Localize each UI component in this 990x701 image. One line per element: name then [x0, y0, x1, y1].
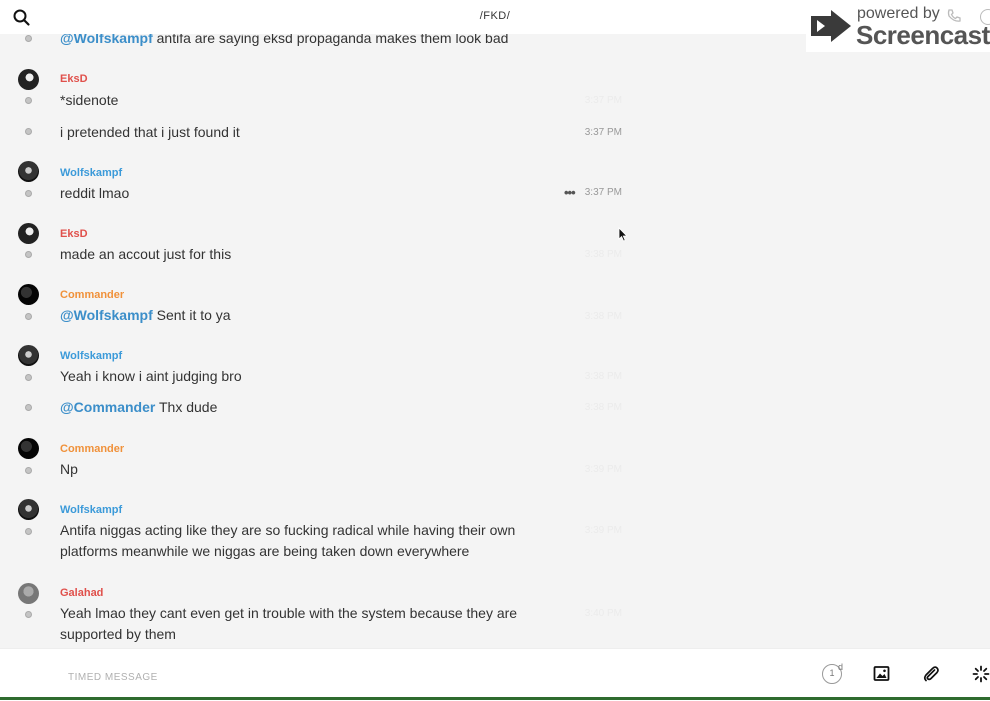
message-input[interactable] — [66, 666, 670, 688]
sender-name[interactable]: Galahad — [60, 587, 103, 599]
message-time: 3:39 PM — [584, 464, 622, 475]
watermark-brand-text: Screencastify — [856, 20, 990, 50]
message-row[interactable]: Commander Np 3:39 PM — [0, 438, 640, 482]
message-time: 3:38 PM — [584, 371, 622, 382]
message-time: 3:37 PM — [584, 187, 622, 198]
message-row[interactable]: Galahad Yeah lmao they cant even get in … — [0, 582, 640, 648]
mouse-cursor-icon — [618, 227, 628, 242]
sender-name[interactable]: Commander — [60, 443, 124, 455]
phone-icon[interactable] — [946, 8, 962, 24]
read-status-icon — [25, 528, 32, 535]
message-row[interactable]: @Commander Thx dude 3:38 PM — [0, 397, 640, 421]
read-status-icon — [25, 404, 32, 411]
message-time: 3:37 PM — [584, 95, 622, 106]
read-status-icon — [25, 128, 32, 135]
sender-name[interactable]: EksD — [60, 73, 88, 85]
message-time: 3:38 PM — [584, 249, 622, 260]
read-status-icon — [25, 35, 32, 42]
avatar[interactable] — [18, 583, 39, 604]
message-list: @Wolfskampf antifa are saying eksd propa… — [0, 0, 990, 648]
sender-name[interactable]: Wolfskampf — [60, 350, 122, 362]
avatar[interactable] — [18, 345, 39, 366]
info-icon[interactable] — [980, 9, 990, 25]
message-text: Antifa niggas acting like they are so fu… — [60, 522, 516, 559]
more-options-icon[interactable]: ••• — [564, 185, 576, 200]
message-time: 3:37 PM — [584, 127, 622, 138]
message-text: Yeah i know i aint judging bro — [60, 368, 242, 384]
message-row[interactable]: EksD *sidenote 3:37 PM — [0, 68, 640, 112]
avatar[interactable] — [18, 69, 39, 90]
avatar[interactable] — [18, 499, 39, 520]
avatar[interactable] — [18, 223, 39, 244]
message-text: Np — [60, 461, 78, 477]
message-text: made an accout just for this — [60, 246, 232, 262]
message-row[interactable]: Wolfskampf Antifa niggas acting like the… — [0, 499, 640, 567]
message-row[interactable]: EksD made an accout just for this 3:38 P… — [0, 222, 640, 266]
read-status-icon — [25, 313, 32, 320]
read-status-icon — [25, 97, 32, 104]
message-row[interactable]: i pretended that i just found it 3:37 PM — [0, 122, 640, 146]
message-composer: 1 — [0, 648, 990, 701]
user-mention[interactable]: @Commander — [60, 399, 155, 415]
message-text: *sidenote — [60, 92, 119, 108]
read-status-icon — [25, 251, 32, 258]
read-status-icon — [25, 611, 32, 618]
sender-name[interactable]: Commander — [60, 289, 124, 301]
message-time: 3:38 PM — [584, 311, 622, 322]
sender-name[interactable]: Wolfskampf — [60, 504, 122, 516]
avatar[interactable] — [18, 284, 39, 305]
read-status-icon — [25, 467, 32, 474]
message-text: @Commander Thx dude — [60, 399, 218, 415]
read-status-icon — [25, 190, 32, 197]
message-text: reddit lmao — [60, 185, 130, 201]
message-time: 3:39 PM — [584, 525, 622, 536]
message-row[interactable]: Wolfskampf reddit lmao ••• 3:37 PM — [0, 160, 640, 204]
read-status-icon — [25, 374, 32, 381]
sender-name[interactable]: EksD — [60, 228, 88, 240]
message-text: @Wolfskampf Sent it to ya — [60, 307, 231, 323]
image-upload-icon[interactable] — [873, 665, 890, 682]
screencastify-watermark: powered by Screencastify — [806, 0, 990, 52]
message-time: 3:38 PM — [584, 402, 622, 413]
message-time: 3:40 PM — [584, 608, 622, 619]
screencastify-logo-icon — [811, 10, 851, 42]
message-row[interactable]: Commander @Wolfskampf Sent it to ya 3:38… — [0, 283, 640, 327]
avatar[interactable] — [18, 438, 39, 459]
message-row[interactable]: Wolfskampf Yeah i know i aint judging br… — [0, 345, 640, 389]
avatar[interactable] — [18, 161, 39, 182]
message-text: i pretended that i just found it — [60, 124, 240, 140]
message-text: Yeah lmao they cant even get in trouble … — [60, 605, 518, 642]
sender-name[interactable]: Wolfskampf — [60, 167, 122, 179]
timer-unit-label: d — [838, 662, 844, 672]
loading-spinner-icon[interactable] — [972, 665, 990, 683]
attachment-icon[interactable] — [922, 665, 940, 683]
timer-value: 1 — [829, 668, 835, 678]
user-mention[interactable]: @Wolfskampf — [60, 307, 153, 323]
